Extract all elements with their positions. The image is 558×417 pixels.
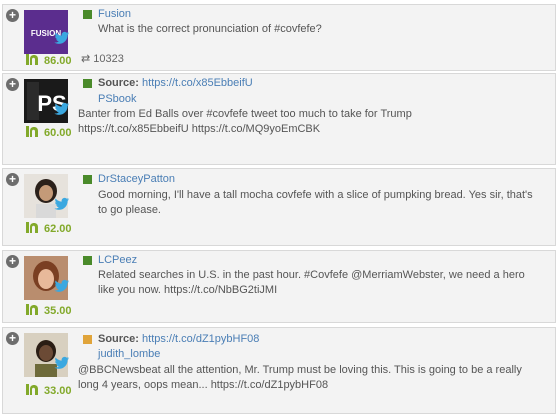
tweet-card: + PS 60.00 Source: https://t.co/x85Ebbei… [2,73,556,165]
expand-icon[interactable]: + [6,78,19,91]
status-square [83,79,92,88]
author-name[interactable]: Fusion [98,8,131,20]
author-name[interactable]: DrStaceyPatton [98,173,175,185]
author-name[interactable]: judith_lombe [98,348,160,360]
status-square [83,256,92,265]
source-label: Source: [98,333,139,345]
source-label: Source: [98,77,139,89]
expand-icon[interactable]: + [6,9,19,22]
tweet-card: + 62.00 DrStaceyPatton Good morning, I'l… [2,168,556,246]
tweet-text: @BBCNewsbeat all the attention, Mr. Trum… [78,364,522,391]
klout-k-icon [26,54,38,65]
twitter-bird-icon [54,102,69,115]
status-square [83,175,92,184]
score-value: 62.00 [44,223,72,235]
klout-k-icon [26,126,38,137]
author-name[interactable]: PSbook [98,93,137,105]
score-value: 60.00 [44,127,72,139]
retweet-icon: ⇄ [81,53,91,65]
score-value: 35.00 [44,305,72,317]
expand-icon[interactable]: + [6,173,19,186]
score: 33.00 [24,383,84,397]
source-link[interactable]: https://t.co/dZ1pybHF08 [142,333,259,345]
retweet-value: 10323 [93,53,124,65]
status-square [83,335,92,344]
author-name[interactable]: LCPeez [98,254,137,266]
avatar[interactable]: PS [24,79,68,123]
score-value: 33.00 [44,385,72,397]
avatar[interactable] [24,256,68,300]
expand-icon[interactable]: + [6,255,19,268]
tweet-text: Banter from Ed Balls over #covfefe tweet… [78,108,412,135]
retweet-count: ⇄ 10323 [81,52,124,65]
avatar[interactable] [24,333,68,377]
score: 60.00 [24,125,84,139]
status-square [83,10,92,19]
score: 86.00 [24,53,84,67]
twitter-bird-icon [54,356,69,369]
source-line: Source: https://t.co/x85EbbeifU [98,77,253,89]
avatar[interactable] [24,174,68,218]
tweet-text: What is the correct pronunciation of #co… [98,23,322,35]
score: 62.00 [24,221,84,235]
twitter-bird-icon [54,279,69,292]
score: 35.00 [24,303,84,317]
source-link[interactable]: https://t.co/x85EbbeifU [142,77,253,89]
tweet-card: + 33.00 Source: https://t.co/dZ1pybHF08 … [2,327,556,414]
score-value: 86.00 [44,55,72,67]
twitter-bird-icon [54,31,69,44]
tweet-text: Good morning, I'll have a tall mocha cov… [98,189,533,216]
tweet-text: Related searches in U.S. in the past hou… [98,269,525,296]
expand-icon[interactable]: + [6,332,19,345]
klout-k-icon [26,384,38,395]
twitter-bird-icon [54,197,69,210]
tweet-card: + 35.00 LCPeez Related searches in U.S. … [2,250,556,323]
klout-k-icon [26,304,38,315]
tweet-card: + FUSION 86.00 Fusion What is the correc… [2,4,556,71]
klout-k-icon [26,222,38,233]
source-line: Source: https://t.co/dZ1pybHF08 [98,333,259,345]
